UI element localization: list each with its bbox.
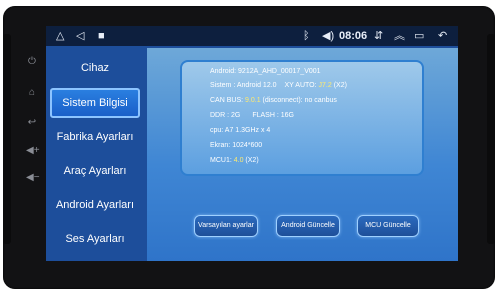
- head-unit-device: ⏻ ⌂ ↩ ◀+ ◀− △ ◁ ■ ᛒ ◀) 08:06 ⇵ ︽ ▭ ↶ Cih…: [3, 6, 495, 289]
- return-icon[interactable]: ↶: [438, 29, 447, 43]
- power-icon[interactable]: ⏻: [26, 56, 38, 68]
- reset-defaults-button[interactable]: Varsayılan ayarlar: [194, 215, 258, 237]
- mcu-row: MCU1: 4.0 (X2): [210, 157, 259, 164]
- sidebar-item-android-ayarlari[interactable]: Android Ayarları: [50, 190, 140, 220]
- canbus-row: CAN BUS: 9.0.1 (disconnect): no canbus: [210, 97, 337, 104]
- cpu-row: cpu: A7 1.3GHz x 4: [210, 127, 271, 134]
- home-icon[interactable]: ⌂: [26, 87, 38, 99]
- volume-down-icon[interactable]: ◀−: [26, 172, 40, 184]
- volume-icon: ◀): [322, 30, 335, 42]
- mount-bracket-left: [3, 34, 11, 244]
- ddr-row: DDR : 2G FLASH : 16G: [210, 112, 294, 119]
- recent-apps-icon[interactable]: ▭: [414, 29, 424, 43]
- stop-icon[interactable]: ■: [98, 29, 105, 43]
- mount-bracket-right: [487, 34, 495, 244]
- home-icon[interactable]: △: [56, 29, 64, 43]
- screen: △ ◁ ■ ᛒ ◀) 08:06 ⇵ ︽ ▭ ↶ Cihaz Sistem Bi…: [46, 26, 458, 261]
- ekran-row: Ekran: 1024*600: [210, 142, 263, 149]
- nav-back-icon[interactable]: ◁: [76, 29, 84, 43]
- android-version-row: Android: 9212A_AHD_00017_V001: [210, 68, 321, 75]
- mcu-update-button[interactable]: MCU Güncelle: [357, 215, 419, 237]
- usb-icon: ⇵: [374, 30, 384, 42]
- android-update-button[interactable]: Android Güncelle: [276, 215, 340, 237]
- sidebar-item-cihaz[interactable]: Cihaz: [50, 53, 140, 83]
- system-info-box: Android: 9212A_AHD_00017_V001 Sistem : A…: [180, 60, 424, 176]
- chevron-up-icon[interactable]: ︽: [394, 29, 405, 43]
- status-time: 08:06: [339, 30, 368, 42]
- system-info-panel: Android: 9212A_AHD_00017_V001 Sistem : A…: [147, 48, 458, 261]
- volume-up-icon[interactable]: ◀+: [26, 145, 40, 157]
- sidebar-item-ses-ayarlari[interactable]: Ses Ayarları: [50, 224, 140, 254]
- settings-sidebar: Cihaz Sistem Bilgisi Fabrika Ayarları Ar…: [46, 48, 144, 261]
- bluetooth-icon: ᛒ: [303, 30, 310, 42]
- sidebar-item-sistem-bilgisi[interactable]: Sistem Bilgisi: [50, 88, 140, 118]
- sistem-row: Sistem : Android 12.0 XY AUTO: J7.2 (X2): [210, 82, 347, 89]
- sidebar-item-fabrika-ayarlari[interactable]: Fabrika Ayarları: [50, 122, 140, 152]
- sidebar-item-arac-ayarlari[interactable]: Araç Ayarları: [50, 156, 140, 186]
- back-icon[interactable]: ↩: [26, 117, 38, 129]
- status-bar: △ ◁ ■ ᛒ ◀) 08:06 ⇵ ︽ ▭ ↶: [46, 26, 458, 46]
